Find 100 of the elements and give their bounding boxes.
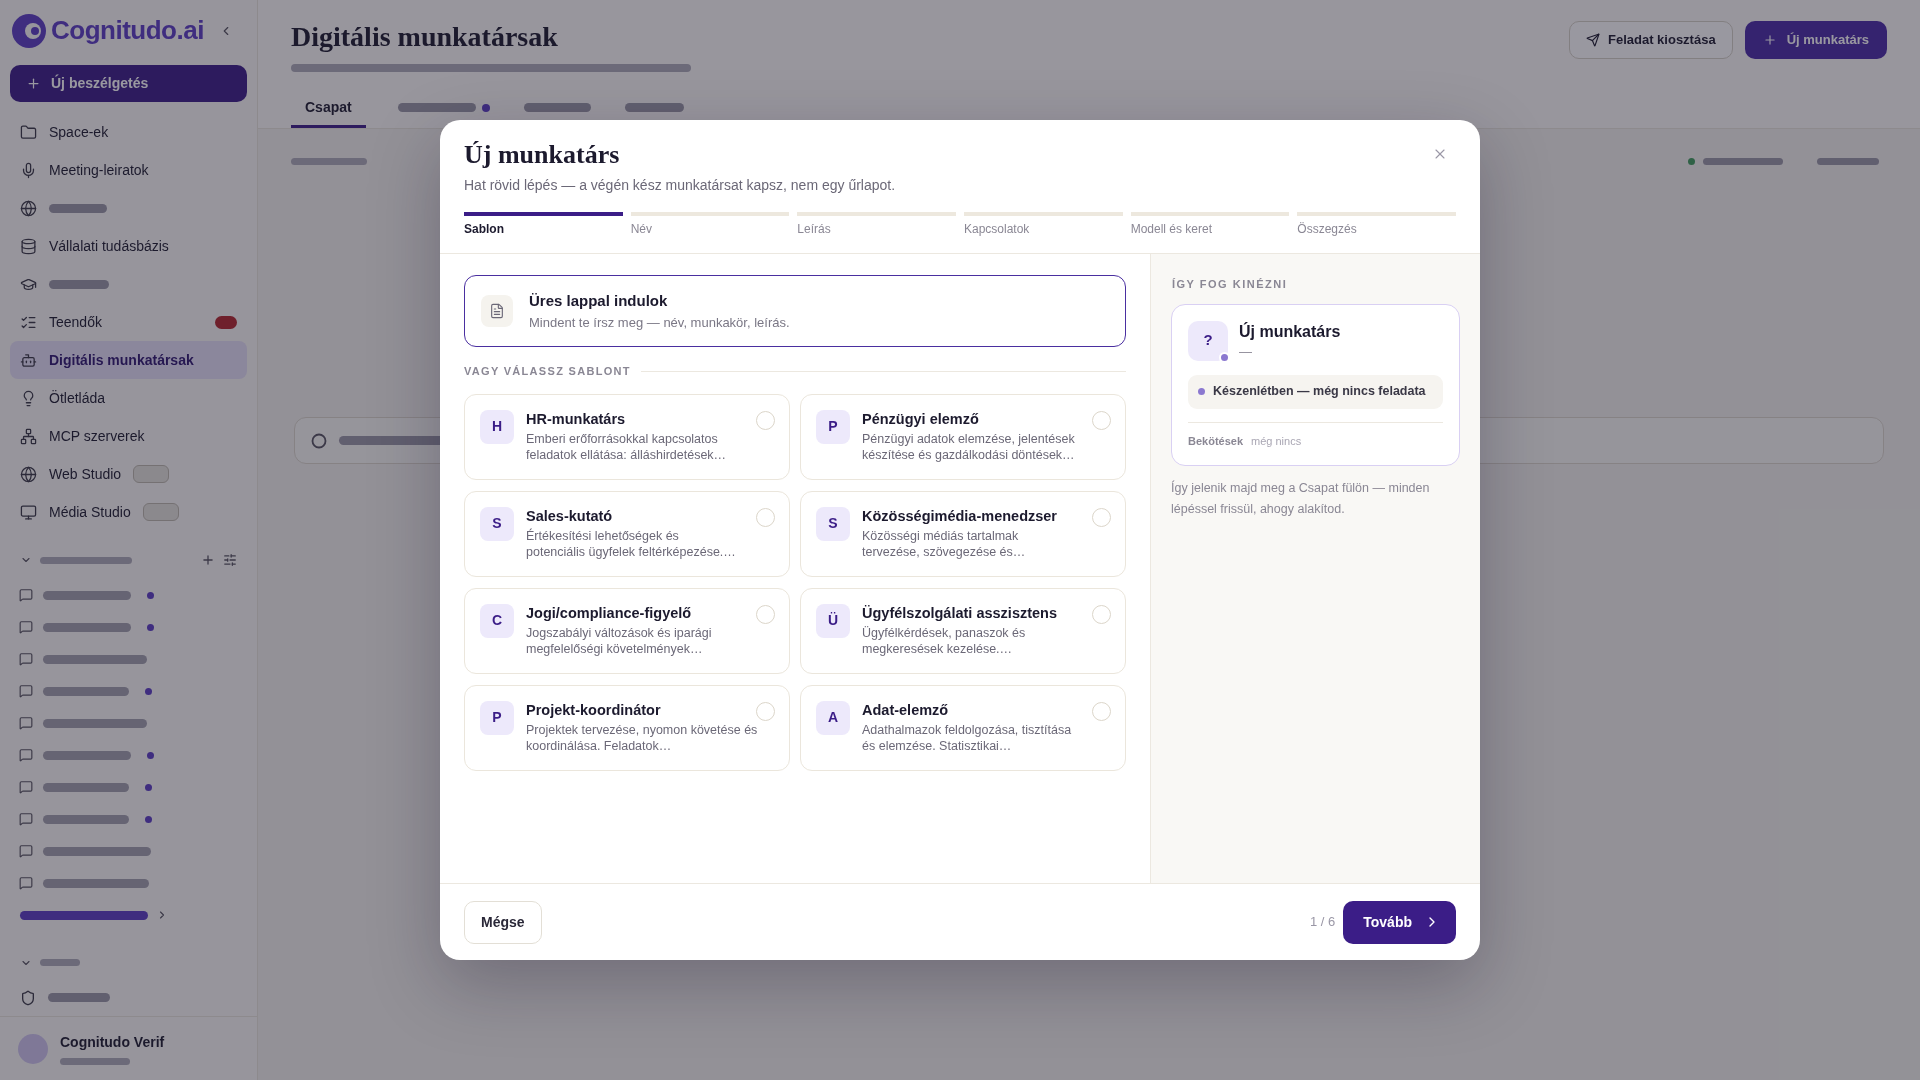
microphone-icon xyxy=(20,161,37,179)
next-button[interactable]: Tovább xyxy=(1343,900,1456,944)
monitor-icon xyxy=(20,503,37,521)
radio-button[interactable] xyxy=(756,701,775,721)
step-tab[interactable]: Modell és keret xyxy=(1130,212,1290,237)
chat-bubble-icon xyxy=(19,780,33,795)
nav-item[interactable]: Digitális munkatársak xyxy=(10,341,247,380)
blurred-text xyxy=(40,959,80,967)
template-initial: A xyxy=(816,700,850,735)
section-label: VAGY VÁLASSZ SABLONT xyxy=(464,364,631,379)
template-title: Projekt-koordinátor xyxy=(526,700,662,719)
network-icon xyxy=(20,427,37,445)
user-avatar[interactable] xyxy=(18,1033,48,1064)
radio-button[interactable] xyxy=(756,604,775,624)
step-counter: 1 / 6 xyxy=(1309,913,1336,932)
template-description: Ügyfélkérdések, panaszok és megkeresések kezelése.… xyxy=(862,624,1027,657)
template-initial: S xyxy=(480,506,514,541)
template-card[interactable]: A Adat-elemző Adathalmazok feldolgozása, tisztítása és elemzése. Statisztikai… xyxy=(800,684,1126,771)
template-description: Jogszabályi változások és iparági megfelelőségi követelmények… xyxy=(526,624,713,657)
template-description: Emberi erőforrásokkal kapcsolatos feladatok ellátása: álláshirdetések… xyxy=(526,430,728,463)
template-card[interactable]: P Pénzügyi elemző Pénzügyi adatok elemzése, jelentések készítése és gazdálkodási döntések… xyxy=(800,393,1126,480)
radio-button[interactable] xyxy=(756,410,775,430)
template-title: Sales-kutató xyxy=(526,506,614,525)
template-initial: H xyxy=(480,409,514,444)
circle-icon xyxy=(311,432,327,449)
step-tab[interactable]: Sablon xyxy=(464,212,623,237)
globe-icon xyxy=(20,199,37,217)
template-title: HR-munkatárs xyxy=(526,409,627,428)
preview-name: Új munkatárs xyxy=(1239,321,1341,342)
template-initial: Ü xyxy=(816,603,850,638)
nav-item[interactable]: Ötletláda xyxy=(10,379,247,418)
template-card[interactable]: S Közösségimédia-menedzser Közösségi médiás tartalmak tervezése, szövegezése és… xyxy=(800,490,1126,577)
dialog-subtitle: Hat rövid lépés — a végén kész munkatársat kapsz, nem egy űrlapot. xyxy=(464,176,897,195)
template-title: Jogi/compliance-figyelő xyxy=(526,603,693,622)
status-text: Készenlétben — még nincs feladata xyxy=(1213,383,1426,401)
nav-item[interactable]: Vállalati tudásbázis xyxy=(10,227,247,266)
user-name: Cognitudo Verif xyxy=(60,1033,165,1053)
cancel-button[interactable]: Mégse xyxy=(464,900,542,944)
chat-bubble-icon xyxy=(19,876,33,891)
template-initial: C xyxy=(480,603,514,638)
option-description: Mindent te írsz meg — név, munkakör, leírás. xyxy=(529,313,790,331)
filter-icon[interactable] xyxy=(223,553,237,568)
radio-button[interactable] xyxy=(1092,410,1111,430)
blurred-text xyxy=(49,203,107,213)
chat-bubble-icon xyxy=(19,748,33,763)
database-icon xyxy=(20,237,37,255)
folder-icon xyxy=(20,123,37,141)
step-tab[interactable]: Leírás xyxy=(797,212,956,237)
nav-item[interactable]: Meeting-leiratok xyxy=(10,151,247,190)
chat-bubble-icon xyxy=(19,684,33,699)
chat-bubble-icon xyxy=(19,812,33,827)
chat-bubble-icon xyxy=(19,588,33,603)
nav-item[interactable]: Web Studio xyxy=(10,455,247,494)
nav-item[interactable]: Média Studio xyxy=(10,493,247,532)
template-card[interactable]: Ü Ügyfélszolgálati asszisztens Ügyfélkérdések, panaszok és megkeresések kezelése.… xyxy=(800,587,1126,674)
blurred-text xyxy=(49,279,109,289)
step-tab[interactable]: Név xyxy=(630,212,790,237)
chat-bubble-icon xyxy=(19,652,33,667)
option-title: Üres lappal indulok xyxy=(529,291,669,310)
nav-item[interactable]: MCP szerverek xyxy=(10,417,247,456)
connections-value: még nincs xyxy=(1251,433,1302,449)
template-title: Adat-elemző xyxy=(862,700,950,719)
new-coworker-button[interactable]: Új munkatárs xyxy=(1744,21,1887,59)
template-card[interactable]: P Projekt-koordinátor Projektek tervezése, nyomon követése és koordinálása. Feladatok… xyxy=(464,684,790,771)
chat-bubble-icon xyxy=(19,716,33,731)
blurred-text xyxy=(523,103,591,112)
step-tab[interactable]: Kapcsolatok xyxy=(964,212,1123,237)
chat-bubble-icon xyxy=(19,844,33,859)
radio-button[interactable] xyxy=(1092,604,1111,624)
template-initial: P xyxy=(480,700,514,735)
template-card[interactable]: C Jogi/compliance-figyelő Jogszabályi változások és iparági megfelelőségi követelmények… xyxy=(464,587,790,674)
page-title: Digitális munkatársak xyxy=(291,20,559,54)
new-chat-button[interactable]: Új beszélgetés xyxy=(10,64,247,103)
radio-button[interactable] xyxy=(756,507,775,527)
dialog-title: Új munkatárs xyxy=(464,139,620,171)
plus-icon[interactable] xyxy=(201,553,215,568)
logo-icon xyxy=(12,13,46,48)
radio-button[interactable] xyxy=(1092,701,1111,721)
preview-caption: Így jelenik majd meg a Csapat fülön — minden lépéssel frissül, ahogy alakítod. xyxy=(1171,479,1431,518)
section-label: ÍGY FOG KINÉZNI xyxy=(1171,277,1289,292)
connections-label: Bekötések xyxy=(1188,433,1244,449)
template-card[interactable]: S Sales-kutató Értékesítési lehetőségek és potenciális ügyfelek feltérképezése.… xyxy=(464,490,790,577)
blurred-text xyxy=(624,103,684,112)
step-tab[interactable]: Összegzés xyxy=(1297,212,1456,237)
tab[interactable]: Csapat xyxy=(291,90,366,128)
blurred-text xyxy=(60,1058,130,1066)
template-description: Pénzügyi adatok elemzése, jelentések készítése és gazdálkodási döntések… xyxy=(862,430,1076,463)
nav-item[interactable]: Space-ek xyxy=(10,113,247,152)
template-description: Adathalmazok feldolgozása, tisztítása és elemzése. Statisztikai… xyxy=(862,721,1073,754)
blurred-text xyxy=(1817,158,1879,165)
template-card[interactable]: H HR-munkatárs Emberi erőforrásokkal kapcsolatos feladatok ellátása: álláshirdetések… xyxy=(464,393,790,480)
template-description: Közösségi médiás tartalmak tervezése, szövegezése és… xyxy=(862,527,1027,560)
template-initial: P xyxy=(816,409,850,444)
globe-icon xyxy=(20,465,37,483)
radio-button[interactable] xyxy=(1092,507,1111,527)
assign-task-button[interactable]: Feladat kiosztása xyxy=(1568,21,1733,59)
blank-start-option[interactable]: Üres lappal indulok Mindent te írsz meg — név, munkakör, leírás. xyxy=(464,275,1126,347)
nav-item[interactable]: Teendők xyxy=(10,303,247,342)
preview-avatar: ? xyxy=(1188,320,1228,361)
template-description: Projektek tervezése, nyomon követése és koordinálása. Feladatok… xyxy=(526,721,758,754)
